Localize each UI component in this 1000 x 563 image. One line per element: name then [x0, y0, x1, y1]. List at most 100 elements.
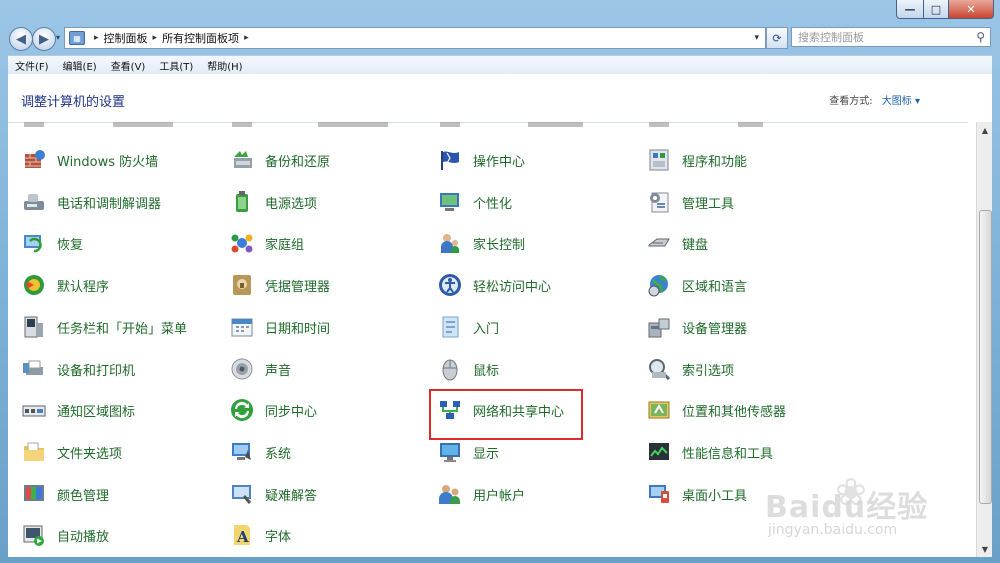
control-panel-item[interactable]: 自动播放	[21, 522, 109, 548]
color-management-icon	[21, 481, 47, 507]
control-panel-item-label: 默认程序	[57, 279, 110, 295]
control-panel-item[interactable]: 同步中心	[229, 397, 317, 423]
control-panel-item[interactable]: 鼠标	[437, 356, 499, 382]
chevron-right-icon[interactable]: ▸	[153, 33, 158, 43]
breadcrumb-control-panel[interactable]: 控制面板	[104, 30, 148, 46]
control-panel-item-label: 文件夹选项	[57, 446, 123, 462]
menu-bar: 文件(F) 编辑(E) 查看(V) 工具(T) 帮助(H)	[8, 55, 992, 74]
control-panel-item[interactable]: 操作中心	[437, 147, 525, 173]
control-panel-item[interactable]: 设备管理器	[646, 314, 747, 340]
control-panel-item-label: 操作中心	[473, 154, 526, 170]
forward-button[interactable]: ▶	[32, 27, 56, 51]
menu-view[interactable]: 查看(V)	[111, 58, 146, 73]
control-panel-item[interactable]: 性能信息和工具	[646, 439, 773, 465]
control-panel-item[interactable]: Windows 防火墙	[21, 147, 158, 173]
control-panel-item[interactable]: 键盘	[646, 230, 708, 256]
control-panel-item[interactable]: 轻松访问中心	[437, 272, 551, 298]
control-panel-item[interactable]: 恢复	[21, 230, 83, 256]
back-button[interactable]: ◀	[9, 27, 33, 51]
page-title: 调整计算机的设置	[21, 95, 126, 110]
control-panel-item[interactable]: 默认程序	[21, 272, 109, 298]
control-panel-item[interactable]: 日期和时间	[229, 314, 330, 340]
scroll-down-icon[interactable]: ▼	[977, 541, 992, 557]
menu-edit[interactable]: 编辑(E)	[63, 58, 97, 73]
control-panel-item[interactable]: 桌面小工具	[646, 481, 747, 507]
gadgets-icon	[646, 481, 672, 507]
control-panel-item[interactable]: 疑难解答	[229, 481, 317, 507]
control-panel-item[interactable]: 任务栏和「开始」菜单	[21, 314, 187, 340]
control-panel-item[interactable]: 显示	[437, 439, 499, 465]
sync-icon	[229, 397, 255, 423]
minimize-button[interactable]: —	[896, 0, 924, 19]
control-panel-item[interactable]: 索引选项	[646, 356, 734, 382]
admin-tools-icon	[646, 189, 672, 215]
performance-icon	[646, 439, 672, 465]
control-panel-item[interactable]: 区域和语言	[646, 272, 747, 298]
control-panel-item[interactable]: 位置和其他传感器	[646, 397, 786, 423]
control-panel-item[interactable]: 电话和调制解调器	[21, 189, 161, 215]
phone-modem-icon	[21, 189, 47, 215]
control-panel-item-label: 位置和其他传感器	[682, 404, 787, 420]
maximize-button[interactable]: □	[924, 0, 949, 19]
control-panel-item-label: 家长控制	[473, 237, 526, 253]
control-panel-item[interactable]: 程序和功能	[646, 147, 747, 173]
control-panel-item-label: 程序和功能	[682, 154, 748, 170]
control-panel-item[interactable]: 个性化	[437, 189, 512, 215]
menu-help[interactable]: 帮助(H)	[207, 58, 242, 73]
control-panel-item[interactable]: 凭据管理器	[229, 272, 330, 298]
search-icon[interactable]: ⚲	[976, 30, 985, 44]
getting-started-icon	[437, 314, 463, 340]
window-frame: — □ ✕ ◀ ▶ ▾ ▦ ▸ 控制面板 ▸ 所有控制面板项 ▸ ▾ ⟳ 搜索控…	[0, 0, 1000, 563]
control-panel-item[interactable]: 声音	[229, 356, 291, 382]
menu-tools[interactable]: 工具(T)	[159, 58, 193, 73]
control-panel-item[interactable]: 家长控制	[437, 230, 525, 256]
control-panel-item[interactable]: 管理工具	[646, 189, 734, 215]
user-accounts-icon	[437, 481, 463, 507]
view-by-dropdown[interactable]: 大图标 ▾	[882, 96, 920, 107]
sound-icon	[229, 356, 255, 382]
watermark-brand: Baidu经验	[765, 490, 929, 525]
control-panel-item-label: 设备和打印机	[57, 363, 136, 379]
control-panel-item[interactable]: 通知区域图标	[21, 397, 135, 423]
control-panel-item[interactable]: 入门	[437, 314, 499, 340]
control-panel-item[interactable]: A 字体	[229, 522, 291, 548]
refresh-button[interactable]: ⟳	[766, 27, 788, 49]
recent-pages-dropdown[interactable]: ▾	[56, 33, 60, 42]
scroll-up-icon[interactable]: ▲	[977, 122, 992, 138]
scrollbar[interactable]: ▲ ▼	[976, 122, 992, 557]
control-panel-item-label: 个性化	[473, 196, 513, 212]
control-panel-item-label: 索引选项	[682, 363, 735, 379]
search-input[interactable]: 搜索控制面板 ⚲	[791, 27, 991, 47]
control-panel-item-label: 任务栏和「开始」菜单	[57, 321, 188, 337]
control-panel-item[interactable]: 电源选项	[229, 189, 317, 215]
control-panel-item[interactable]: 系统	[229, 439, 291, 465]
control-panel-item[interactable]: 家庭组	[229, 230, 304, 256]
address-bar[interactable]: ▦ ▸ 控制面板 ▸ 所有控制面板项 ▸ ▾	[64, 27, 766, 49]
control-panel-item[interactable]: 设备和打印机	[21, 356, 135, 382]
svg-text:A: A	[236, 528, 249, 546]
menu-file[interactable]: 文件(F)	[15, 58, 49, 73]
control-panel-item-label: 设备管理器	[682, 321, 748, 337]
taskbar-icon	[21, 314, 47, 340]
control-panel-item-label: 用户帐户	[473, 488, 526, 504]
chevron-right-icon[interactable]: ▸	[94, 33, 99, 43]
address-dropdown-icon[interactable]: ▾	[754, 33, 759, 43]
display-icon	[437, 439, 463, 465]
control-panel-item[interactable]: 备份和还原	[229, 147, 330, 173]
ease-of-access-icon	[437, 272, 463, 298]
breadcrumb-all-items[interactable]: 所有控制面板项	[162, 30, 239, 46]
folder-options-icon	[21, 439, 47, 465]
scrollbar-thumb[interactable]	[979, 210, 992, 504]
control-panel-item[interactable]: 颜色管理	[21, 481, 109, 507]
control-panel-item-label: 备份和还原	[265, 154, 331, 170]
control-panel-item-label: 字体	[265, 529, 292, 545]
control-panel-item[interactable]: 文件夹选项	[21, 439, 122, 465]
control-panel-item-label: 自动播放	[57, 529, 110, 545]
control-panel-item-label: 同步中心	[265, 404, 318, 420]
mouse-icon	[437, 356, 463, 382]
control-panel-item[interactable]: 用户帐户	[437, 481, 525, 507]
recovery-icon	[21, 230, 47, 256]
close-button[interactable]: ✕	[949, 0, 994, 19]
watermark: ❀ Baidu经验 jingyan.baidu.com	[765, 470, 955, 545]
chevron-right-icon[interactable]: ▸	[244, 33, 249, 43]
